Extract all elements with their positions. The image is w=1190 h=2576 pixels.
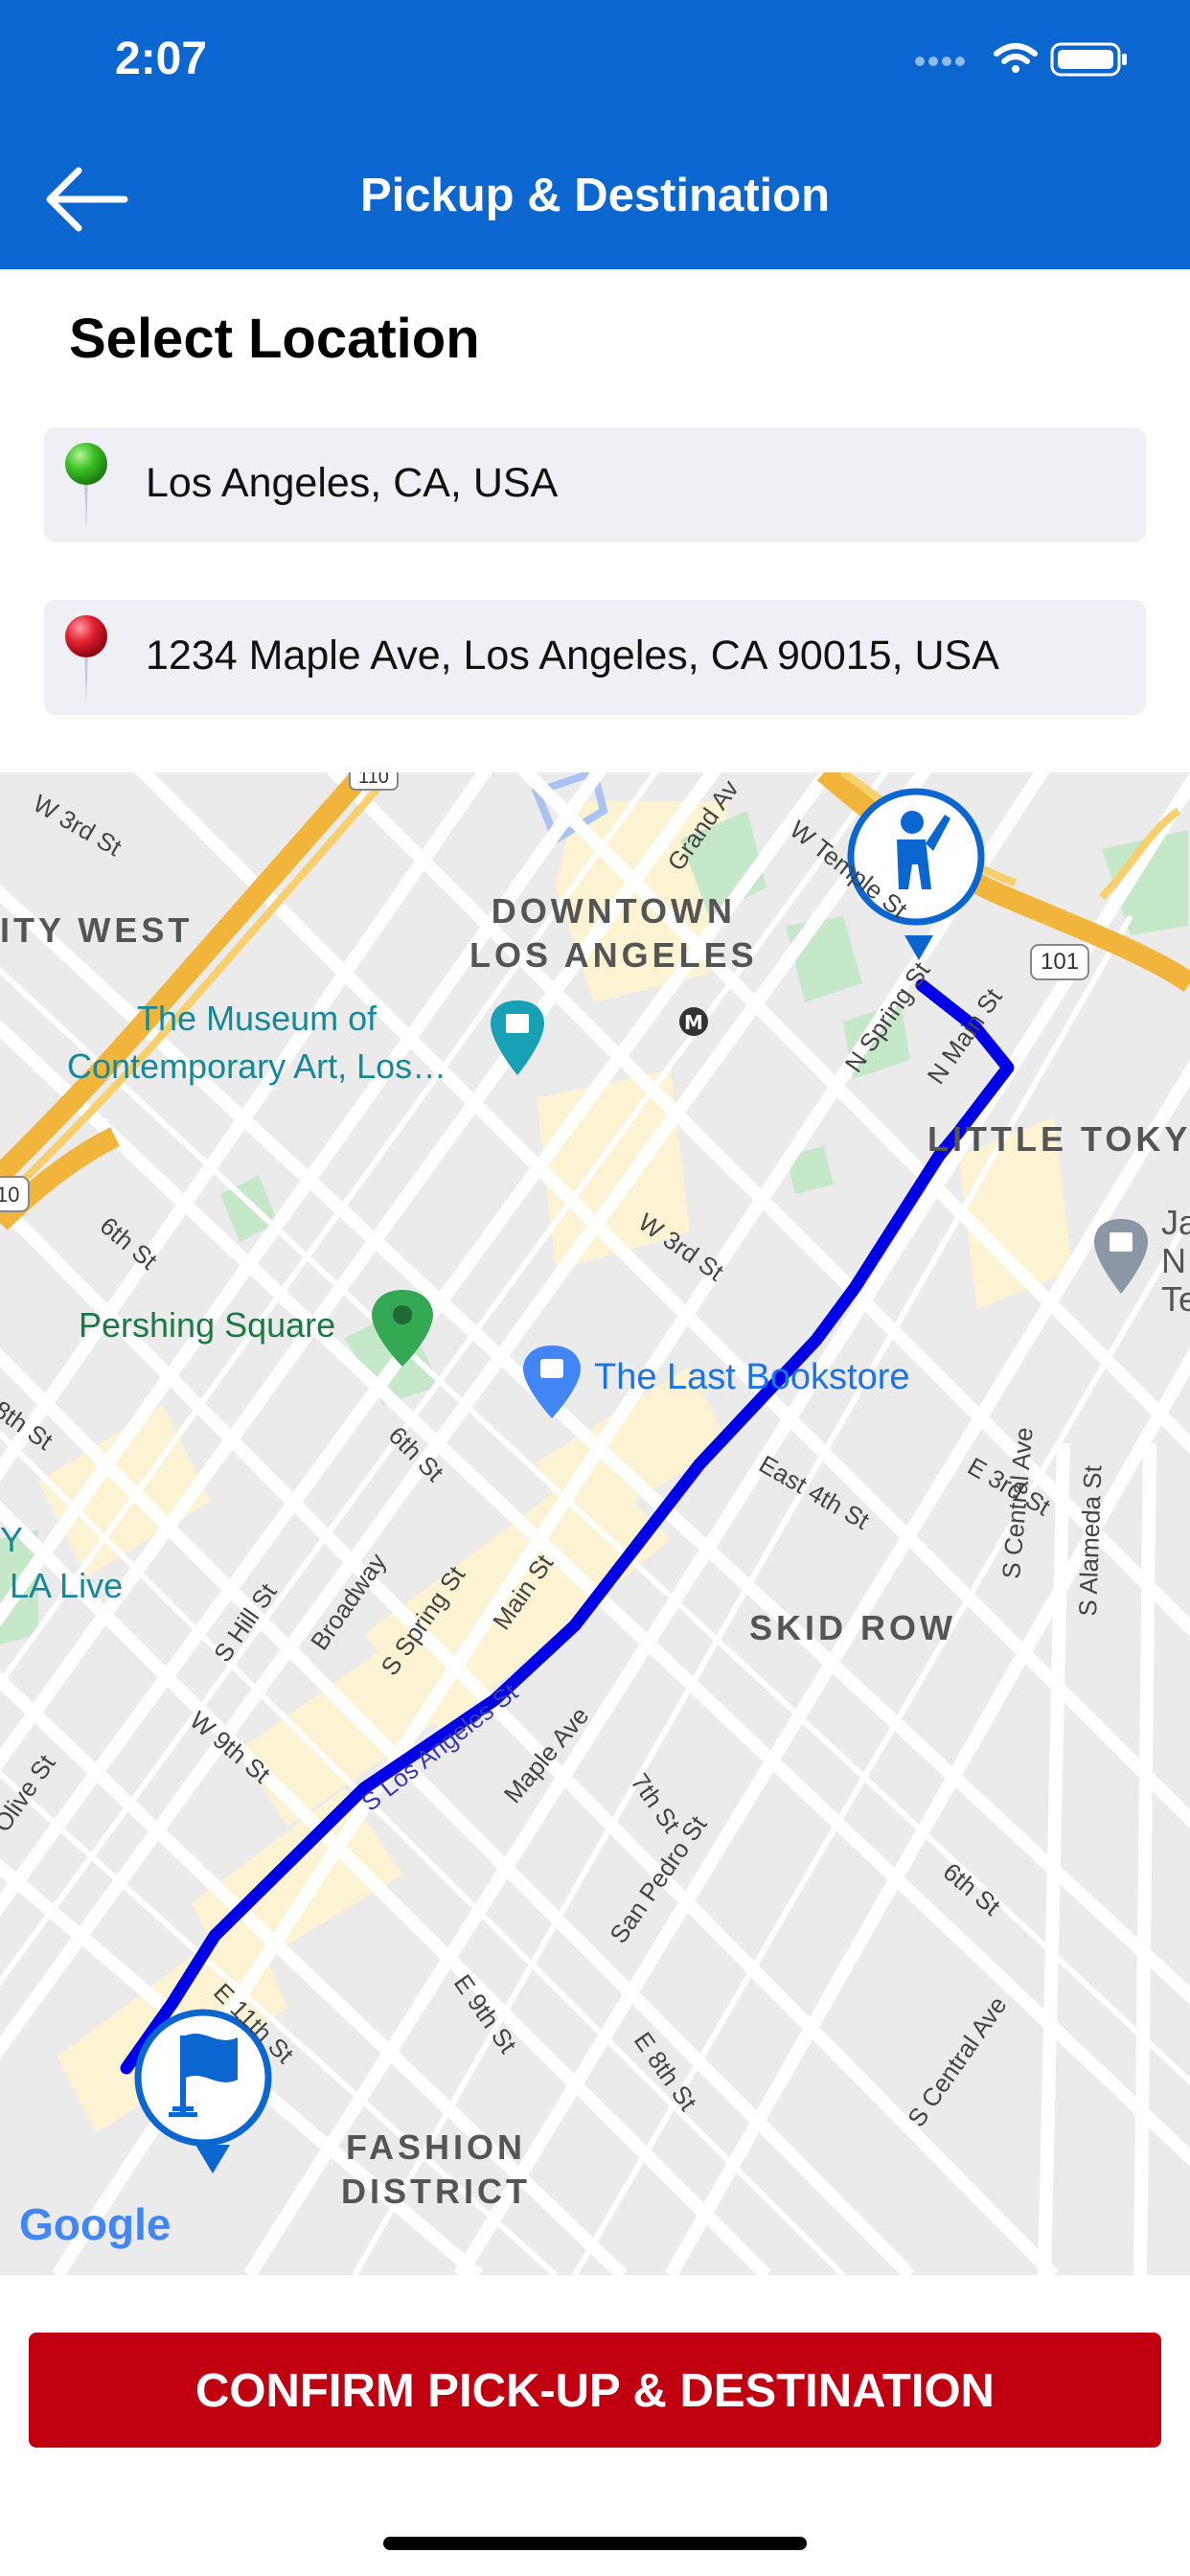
district-fashion: FASHION DISTRICT bbox=[341, 2128, 531, 2211]
pickup-value: Los Angeles, CA, USA bbox=[146, 460, 559, 506]
district-little-tokyo: LITTLE TOKY bbox=[927, 1119, 1190, 1159]
confirm-button[interactable]: CONFIRM PICK-UP & DESTINATION bbox=[29, 2333, 1161, 2448]
wifi-icon bbox=[994, 43, 1038, 73]
street-s-alameda: S Alameda St bbox=[1073, 1464, 1108, 1618]
highway-101: 101 bbox=[1041, 949, 1080, 975]
home-indicator bbox=[383, 2537, 807, 2550]
status-time: 2:07 bbox=[115, 34, 208, 84]
highway-10: 10 bbox=[0, 1183, 20, 1207]
svg-text:M: M bbox=[684, 1011, 703, 1034]
poi-la-live-prefix: Y bbox=[0, 1520, 24, 1559]
battery-icon bbox=[1050, 42, 1127, 77]
poi-partial-ja: Ja N Te bbox=[1161, 1203, 1190, 1319]
section-title: Select Location bbox=[69, 308, 480, 370]
destination-field[interactable]: 1234 Maple Ave, Los Angeles, CA 90015, U… bbox=[44, 600, 1146, 715]
district-downtown: DOWNTOWN LOS ANGELES bbox=[469, 891, 758, 975]
google-logo: Google bbox=[19, 2199, 172, 2249]
signal-icon bbox=[915, 57, 965, 66]
district-skid-row: SKID ROW bbox=[749, 1608, 956, 1647]
page-title: Pickup & Destination bbox=[359, 170, 831, 221]
metro-icon: M bbox=[679, 1007, 708, 1036]
status-icons bbox=[915, 42, 1127, 77]
bookstore-pin-icon bbox=[523, 1346, 581, 1418]
green-pin-icon bbox=[65, 443, 107, 531]
highway-110: 110 bbox=[358, 772, 389, 788]
poi-last-bookstore[interactable]: The Last Bookstore bbox=[594, 1357, 910, 1398]
app-header: 2:07 Pickup & Destination bbox=[0, 0, 1190, 269]
poi-pershing-square[interactable]: Pershing Square bbox=[79, 1305, 335, 1346]
google-logo-text: Google bbox=[19, 2198, 171, 2250]
poi-moca[interactable]: The Museum of Contemporary Art, Los… bbox=[67, 995, 446, 1091]
pickup-field[interactable]: Los Angeles, CA, USA bbox=[44, 427, 1146, 542]
destination-value: 1234 Maple Ave, Los Angeles, CA 90015, U… bbox=[146, 632, 999, 678]
red-pin-icon bbox=[65, 615, 107, 703]
route-map[interactable]: M DOWNTOWN LOS ANGELES ITY WEST LITTLE T… bbox=[0, 772, 1190, 2275]
poi-la-live[interactable]: LA Live bbox=[10, 1566, 123, 1606]
district-city-west: ITY WEST bbox=[0, 910, 194, 950]
museum-gray-pin-icon bbox=[1094, 1219, 1148, 1294]
